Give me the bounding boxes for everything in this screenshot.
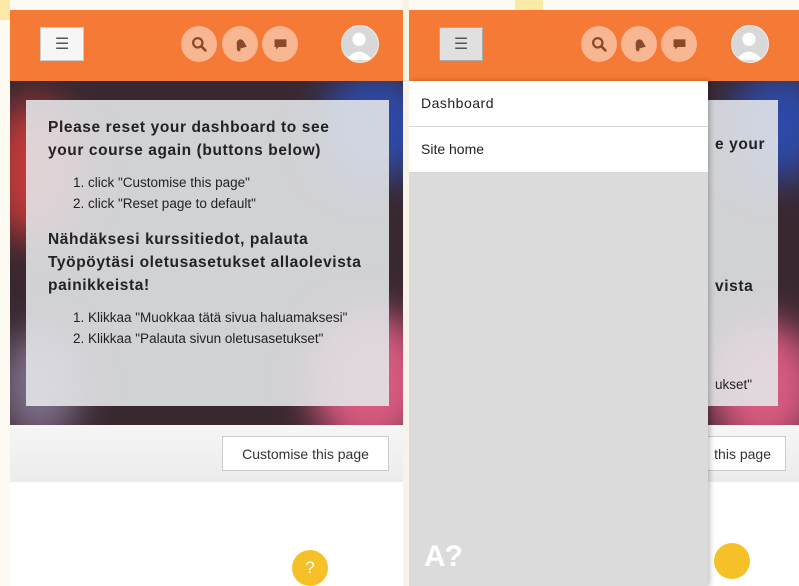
user-avatar[interactable] [731, 25, 769, 63]
step-item: click "Customise this page" [88, 172, 367, 193]
customise-page-button[interactable]: Customise this page [222, 436, 389, 471]
step-item: click "Reset page to default" [88, 193, 367, 214]
steps-list-english: click "Customise this page" click "Reset… [48, 172, 367, 214]
notice-heading-finnish: Nähdäksesi kurssitiedot, palauta Työpöyt… [48, 231, 362, 294]
step-item: Klikkaa "Palauta sivun oletusasetukset" [88, 328, 367, 349]
notice-text-fragment: ukset" [715, 377, 753, 392]
menu-toggle-button[interactable]: ☰ [40, 27, 84, 61]
dashboard-screen: ☰ Please reset your dashboard to see you… [10, 10, 403, 586]
message-icon [274, 38, 286, 50]
content-region [10, 482, 403, 586]
messages-button[interactable] [661, 26, 697, 62]
navigation-drawer: Dashboard Site home A? [409, 81, 708, 586]
background-stripe [515, 0, 543, 10]
drawer-item-dashboard[interactable]: Dashboard [409, 81, 708, 127]
site-logo: A? [424, 540, 463, 573]
background-stripe [0, 0, 10, 20]
dashboard-screen-drawer-open: ☰ e your vista ukset" this page Dashboar… [409, 10, 799, 586]
notice-text-fragment: vista [715, 278, 754, 295]
bell-icon [635, 38, 646, 51]
help-button[interactable]: ? [292, 550, 328, 586]
hero-background: Please reset your dashboard to see your … [10, 81, 403, 425]
step-item: Klikkaa "Muokkaa tätä sivua haluamaksesi… [88, 307, 367, 328]
notice-card: Please reset your dashboard to see your … [26, 100, 389, 406]
notice-heading-english: Please reset your dashboard to see your … [48, 119, 330, 159]
search-button[interactable] [581, 26, 617, 62]
customise-page-button[interactable]: this page [697, 436, 786, 471]
menu-icon: ☰ [54, 36, 70, 53]
notice-text-fragment: e your [715, 136, 766, 153]
bell-icon [236, 38, 247, 51]
notifications-button[interactable] [222, 26, 258, 62]
avatar-icon [345, 32, 373, 61]
menu-toggle-button[interactable]: ☰ [439, 27, 483, 61]
top-navbar: ☰ [10, 10, 403, 81]
search-button[interactable] [181, 26, 217, 62]
user-avatar[interactable] [341, 25, 379, 63]
avatar-icon [735, 32, 763, 61]
message-icon [673, 38, 685, 50]
notifications-button[interactable] [621, 26, 657, 62]
messages-button[interactable] [262, 26, 298, 62]
search-icon [191, 36, 207, 52]
search-icon [591, 36, 607, 52]
menu-icon: ☰ [453, 36, 469, 53]
page-actions: Customise this page [10, 425, 403, 482]
steps-list-finnish: Klikkaa "Muokkaa tätä sivua haluamaksesi… [48, 307, 367, 349]
help-button[interactable] [714, 543, 750, 579]
drawer-item-site-home[interactable]: Site home [409, 127, 708, 173]
top-navbar: ☰ [409, 10, 799, 81]
